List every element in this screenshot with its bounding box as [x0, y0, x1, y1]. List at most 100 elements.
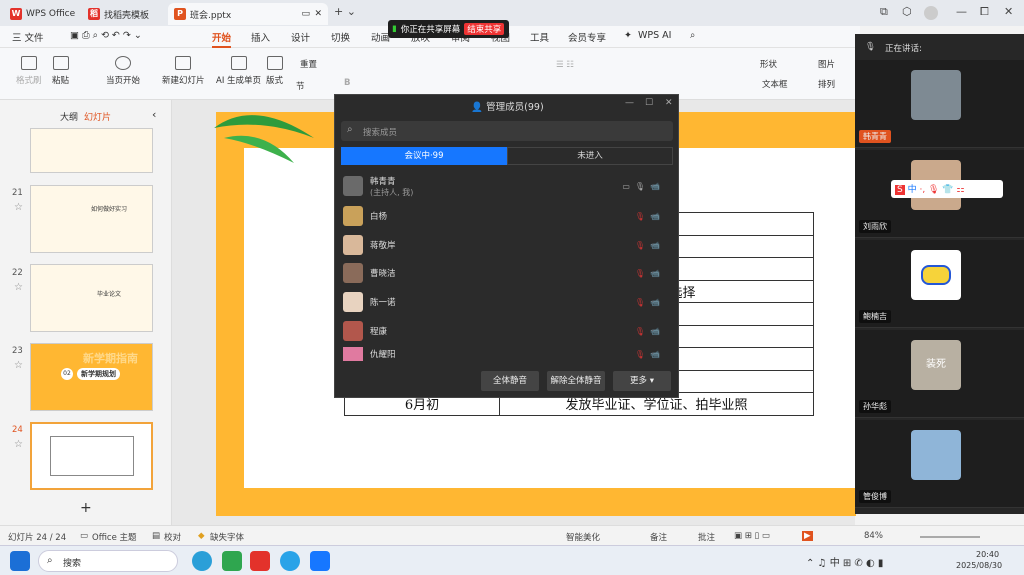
wps-taskbar-icon[interactable] [250, 551, 270, 571]
tab-template[interactable]: 稻 找稻壳模板 [82, 3, 155, 25]
member-row[interactable]: 仇耀阳 🎙📹 [343, 347, 671, 361]
menu-wps-ai[interactable]: WPS AI [638, 30, 671, 41]
theme-label[interactable]: Office 主题 [92, 531, 137, 543]
video-tile[interactable]: S 中 ·, 🎙 👕 ⚏ 刘雨欣 [855, 150, 1024, 238]
slide-thumb-20[interactable] [30, 128, 153, 173]
beautify-button[interactable]: 智能美化 [566, 531, 600, 543]
video-tile[interactable]: 鲍楠吉 [855, 240, 1024, 328]
view-mode-icons[interactable]: ▣ ⊞ ▯ ▭ [734, 531, 770, 541]
play-from-current-button[interactable]: 当页开始 [106, 56, 140, 86]
muted-icons[interactable]: 🎙📹 [635, 327, 665, 336]
member-controls-icons[interactable]: ▭🎙📹 [622, 182, 665, 191]
close-tab-icon[interactable]: ✕ [314, 9, 322, 19]
member-search-input[interactable]: ⌕ 搜索成员 [341, 121, 673, 141]
member-row[interactable]: 曹晓洁 🎙📹 [343, 260, 671, 286]
play-slideshow-icon[interactable]: ▶ [802, 531, 813, 541]
list-icons[interactable]: ☰ ☷ [556, 60, 574, 70]
brush-icon [20, 56, 37, 70]
maximize-icon[interactable]: ☐ [645, 98, 653, 108]
muted-icons[interactable]: 🎙📹 [635, 269, 665, 278]
star-icon[interactable]: ☆ [14, 439, 23, 450]
window-restore-icon[interactable]: ⧉ [880, 5, 888, 19]
menu-design[interactable]: 设计 [291, 30, 310, 44]
video-tile[interactable]: 装死 孙华彪 [855, 330, 1024, 418]
textbox-button[interactable]: 文本框 [762, 78, 788, 90]
close-window-icon[interactable]: ✕ [1004, 5, 1013, 18]
close-icon[interactable]: ✕ [665, 98, 673, 108]
muted-icons[interactable]: 🎙📹 [635, 298, 665, 307]
mute-all-button[interactable]: 全体静音 [481, 371, 539, 391]
muted-icons[interactable]: 🎙📹 [635, 212, 665, 221]
tray-icons[interactable]: ⌃ ♫ 中 ⊞ ✆ ◐ ▮ [806, 554, 883, 569]
ai-single-page-button[interactable]: AI 生成单页 [216, 56, 261, 86]
slide-thumb-24[interactable] [30, 422, 153, 490]
star-icon[interactable]: ☆ [14, 202, 23, 213]
screen-icon[interactable]: ▭ [301, 9, 310, 19]
tab-in-meeting[interactable]: 会议中·99 [341, 147, 507, 165]
outline-tab[interactable]: 大纲 [60, 110, 78, 123]
add-slide-button[interactable]: + [80, 500, 92, 516]
muted-icons[interactable]: 🎙📹 [635, 350, 665, 359]
layout-button[interactable]: 版式 [266, 56, 283, 86]
more-button[interactable]: 更多 ▾ [613, 371, 671, 391]
slides-tab[interactable]: 幻灯片 [84, 110, 111, 123]
star-icon[interactable]: ☆ [14, 360, 23, 371]
windows-start-icon[interactable] [10, 551, 30, 571]
new-slide-button[interactable]: 新建幻灯片 [162, 56, 205, 86]
slide-thumb-22[interactable]: 毕业论文 [30, 264, 153, 332]
slide-thumb-23[interactable]: 新学期指南 02 新学期规划 [30, 343, 153, 411]
proof-button[interactable]: 校对 [164, 531, 181, 543]
leaf-decoration [214, 115, 314, 163]
collapse-icon[interactable]: ‹ [152, 108, 156, 121]
unmute-all-button[interactable]: 解除全体静音 [547, 371, 605, 391]
video-tile[interactable]: 管俊博 [855, 420, 1024, 508]
cube-icon[interactable]: ⬡ [902, 5, 912, 18]
tab-not-joined[interactable]: 未进入 [507, 147, 673, 165]
minimize-icon[interactable]: — [625, 98, 634, 108]
slide-thumb-21[interactable]: 如何做好实习 [30, 185, 153, 253]
missing-font-button[interactable]: 缺失字体 [210, 531, 244, 543]
menu-insert[interactable]: 插入 [251, 30, 270, 44]
meeting-app-icon[interactable] [310, 551, 330, 571]
member-row[interactable]: 陈一诺 🎙📹 [343, 289, 671, 315]
video-tile[interactable]: 韩青青 [855, 60, 1024, 148]
member-row[interactable]: 白杨 🎙📹 [343, 203, 671, 229]
member-row[interactable]: 程康 🎙📹 [343, 318, 671, 344]
notes-button[interactable]: 备注 [650, 531, 667, 543]
zoom-slider[interactable] [920, 536, 980, 538]
menu-member[interactable]: 会员专享 [568, 30, 606, 44]
search-icon[interactable]: ⌕ [690, 30, 695, 41]
shape-button[interactable]: 形状 [760, 58, 777, 70]
maximize-icon[interactable]: ⧠ [980, 5, 989, 19]
taskbar-search[interactable]: ⌕ 搜索 [38, 550, 178, 572]
member-row[interactable]: 韩青青 (主持人, 我) ▭🎙📹 [343, 173, 671, 199]
muted-icons[interactable]: 🎙📹 [635, 241, 665, 250]
section-button[interactable]: 节 [296, 80, 305, 92]
image-button[interactable]: 图片 [818, 58, 835, 70]
menu-file[interactable]: 三 文件 [12, 30, 44, 44]
tab-pptx[interactable]: P 班会.pptx ▭ ✕ [168, 3, 328, 25]
ime-toolbar[interactable]: S 中 ·, 🎙 👕 ⚏ [891, 180, 1003, 198]
app-icon[interactable] [280, 551, 300, 571]
avatar[interactable] [924, 6, 938, 20]
green-app-icon[interactable] [222, 551, 242, 571]
paste-button[interactable]: 粘贴 [52, 56, 69, 86]
zoom-level[interactable]: 84% [864, 531, 883, 541]
quick-access-icons[interactable]: ▣ ⎙ ⌕ ⟲ ↶ ↷ ⌄ [70, 30, 142, 41]
comments-button[interactable]: 批注 [698, 531, 715, 543]
bold-icon[interactable]: B [344, 78, 350, 88]
reset-button[interactable]: 重置 [300, 58, 317, 70]
arrange-button[interactable]: 排列 [818, 78, 835, 90]
menu-home[interactable]: 开始 [212, 30, 232, 48]
format-painter-button[interactable]: 格式刷 [16, 56, 42, 86]
tab-wps-office[interactable]: W WPS Office [4, 3, 81, 25]
new-tab-icon[interactable]: + ⌄ [334, 5, 356, 18]
minimize-icon[interactable]: — [956, 5, 967, 18]
end-share-button[interactable]: 结束共享 [464, 23, 505, 35]
menu-transition[interactable]: 切换 [331, 30, 350, 44]
status-bar: 幻灯片 24 / 24 ▭ Office 主题 ▤ 校对 ◆ 缺失字体 智能美化… [0, 525, 1024, 545]
star-icon[interactable]: ☆ [14, 282, 23, 293]
menu-tools[interactable]: 工具 [530, 30, 549, 44]
edge-icon[interactable] [192, 551, 212, 571]
member-row[interactable]: 蒋敬岸 🎙📹 [343, 232, 671, 258]
